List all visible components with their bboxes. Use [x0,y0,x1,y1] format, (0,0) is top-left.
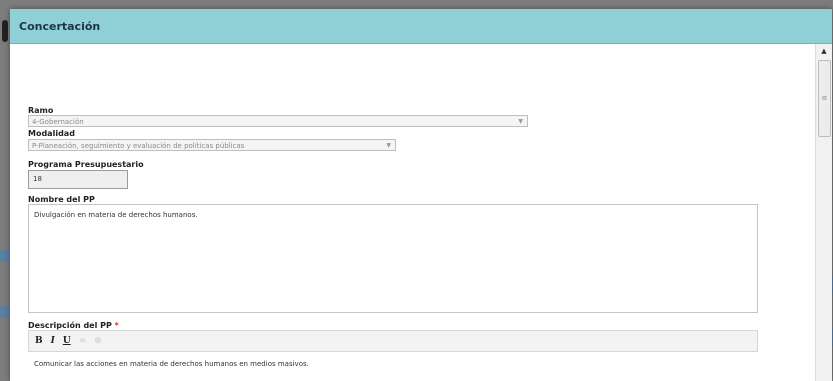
chevron-down-icon: ▼ [386,142,391,149]
dialog-title: Concertación [19,19,101,33]
concertacion-dialog: Concertación Ramo 4-Gobernación ▼ Modali… [10,9,832,381]
grip-icon: ≡ [821,94,828,102]
programa-presupuestario-label: Programa Presupuestario [28,160,144,169]
descripcion-editor-content[interactable]: Comunicar las acciones en materia de der… [34,360,309,368]
descripcion-pp-label-text: Descripción del PP [28,321,112,330]
nombre-pp-textarea[interactable]: Divulgación en materia de derechos human… [28,204,758,313]
dialog-scrollbar[interactable]: ▲ ≡ [815,44,832,381]
dialog-header: Concertación [10,9,832,44]
background-app-bar [0,306,10,318]
background-app-edge [2,20,8,42]
scroll-up-arrow-icon[interactable]: ▲ [816,44,832,58]
nombre-pp-label: Nombre del PP [28,195,95,204]
scrollbar-thumb[interactable]: ≡ [818,60,831,137]
ramo-label: Ramo [28,106,54,115]
descripcion-editor-toolbar: B I U ∞ ⊕ [28,330,758,352]
dialog-body: Ramo 4-Gobernación ▼ Modalidad P-Planeac… [10,44,832,381]
italic-button[interactable]: I [51,336,55,346]
underline-button[interactable]: U [63,336,71,346]
ramo-value: 4-Gobernación [32,118,84,126]
modalidad-label: Modalidad [28,129,75,138]
chevron-down-icon: ▼ [518,118,523,125]
link-icon[interactable]: ∞ [79,336,87,346]
programa-presupuestario-input[interactable]: 18 [28,170,128,189]
modalidad-select[interactable]: P-Planeación, seguimiento y evaluación d… [28,139,396,151]
background-app-bar [0,250,10,262]
descripcion-pp-label: Descripción del PP * [28,321,119,330]
unlink-icon[interactable]: ⊕ [94,336,102,346]
required-marker: * [114,321,119,330]
bold-button[interactable]: B [35,336,43,346]
ramo-select[interactable]: 4-Gobernación ▼ [28,115,528,127]
modalidad-value: P-Planeación, seguimiento y evaluación d… [32,142,245,150]
